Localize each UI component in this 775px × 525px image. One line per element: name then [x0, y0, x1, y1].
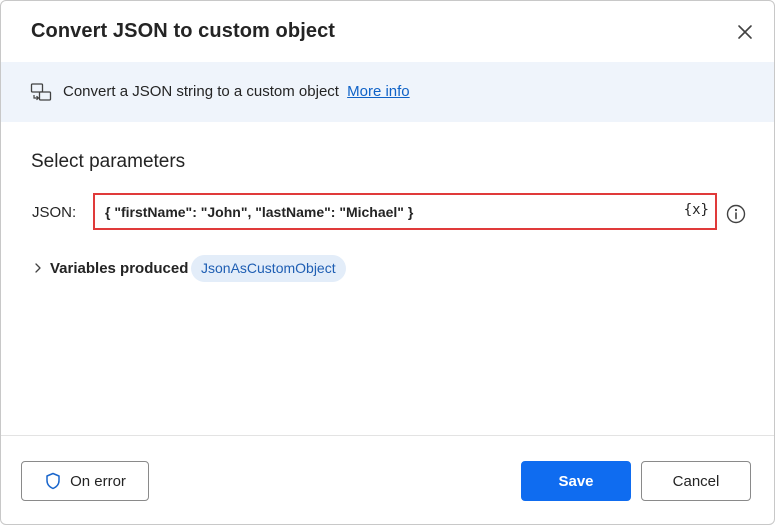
- variables-produced-label[interactable]: Variables produced: [50, 260, 188, 277]
- convert-icon: [30, 81, 52, 103]
- chevron-right-icon[interactable]: [31, 261, 45, 275]
- on-error-button[interactable]: On error: [21, 461, 149, 501]
- insert-variable-button[interactable]: {x}: [684, 202, 709, 218]
- info-banner: Convert a JSON string to a custom object…: [1, 62, 774, 122]
- save-button[interactable]: Save: [521, 461, 631, 501]
- cancel-button[interactable]: Cancel: [641, 461, 751, 501]
- json-input[interactable]: { "firstName": "John", "lastName": "Mich…: [93, 193, 717, 230]
- variable-chip[interactable]: JsonAsCustomObject: [191, 255, 346, 282]
- convert-json-dialog: Convert JSON to custom object Convert a …: [0, 0, 775, 525]
- info-description-text: Convert a JSON string to a custom object: [63, 83, 339, 100]
- on-error-label: On error: [70, 472, 126, 490]
- section-title: Select parameters: [31, 151, 186, 172]
- json-label: JSON:: [32, 204, 77, 221]
- info-circle-icon[interactable]: [725, 203, 747, 225]
- footer-divider: [1, 435, 774, 436]
- shield-icon: [46, 472, 60, 490]
- more-info-link[interactable]: More info: [347, 83, 410, 100]
- json-input-value: { "firstName": "John", "lastName": "Mich…: [105, 204, 414, 220]
- dialog-title: Convert JSON to custom object: [31, 20, 336, 42]
- close-icon: [738, 25, 752, 39]
- close-button[interactable]: [734, 21, 756, 43]
- info-description: Convert a JSON string to a custom object…: [63, 83, 410, 100]
